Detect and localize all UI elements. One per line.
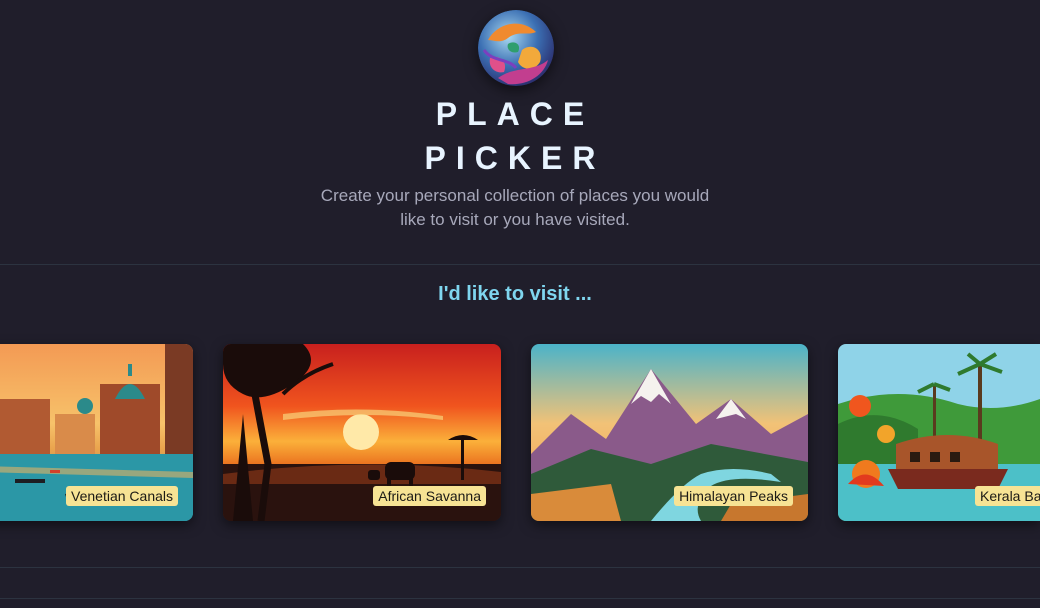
place-picker-page: PLACE PICKER Create your personal collec…: [0, 0, 1040, 608]
place-label: Himalayan Peaks: [674, 486, 793, 506]
place-label: Kerala Backwaters: [975, 486, 1040, 506]
section-divider: [0, 598, 1040, 599]
place-card-african-savanna[interactable]: African Savanna: [223, 344, 501, 521]
header-divider: [0, 264, 1040, 265]
section-title: I'd like to visit ...: [438, 283, 592, 305]
place-card-himalayan-peaks[interactable]: Himalayan Peaks: [531, 344, 808, 521]
place-label: Venetian Canals: [66, 486, 178, 506]
place-card-venetian-canals[interactable]: Venetian Canals: [0, 344, 193, 521]
place-card-kerala-backwaters[interactable]: Kerala Backwaters: [838, 344, 1040, 521]
globe-icon: [478, 10, 554, 86]
app-title-line-2: PICKER: [424, 140, 606, 176]
section-divider: [0, 567, 1040, 568]
app-title-line-1: PLACE: [435, 96, 595, 132]
place-label: African Savanna: [373, 486, 486, 506]
app-subtitle: Create your personal collection of place…: [320, 186, 710, 229]
